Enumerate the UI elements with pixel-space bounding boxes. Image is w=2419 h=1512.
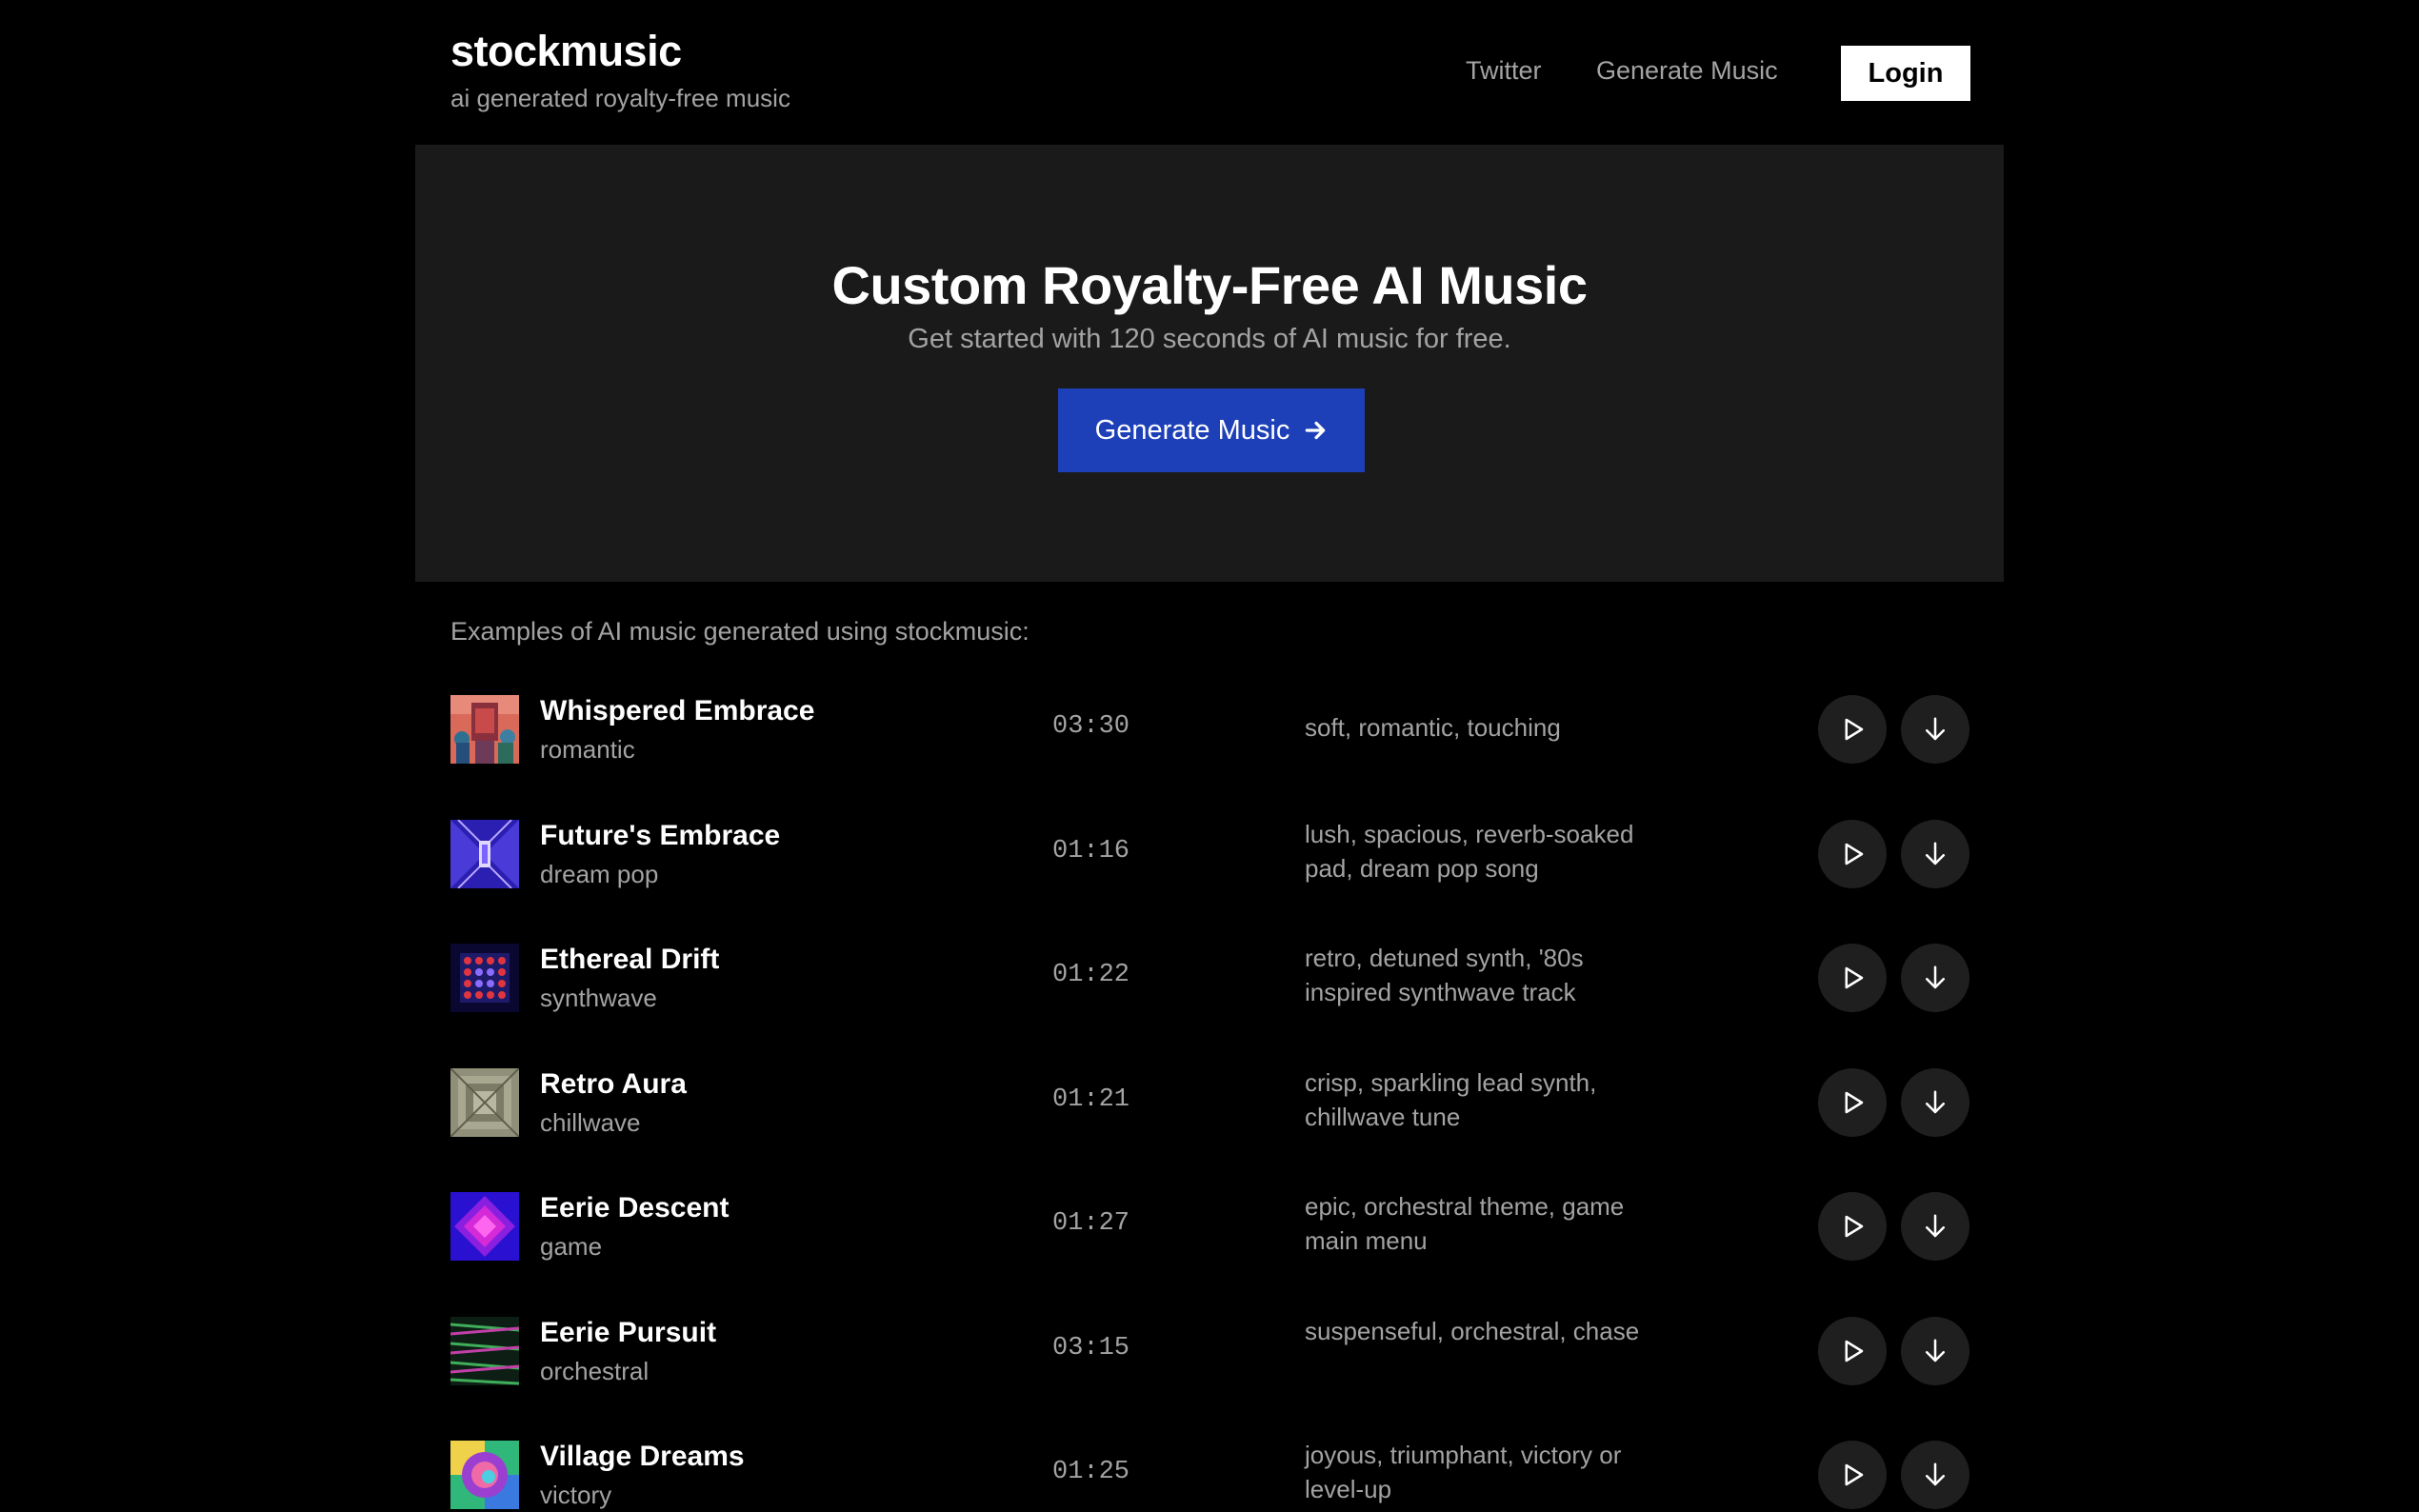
track-title[interactable]: Future's Embrace	[540, 820, 780, 852]
track-row: Village Dreams victory 01:25 joyous, tri…	[450, 1412, 1970, 1512]
track-duration: 01:16	[1052, 836, 1130, 865]
play-icon	[1845, 1463, 1864, 1486]
nav-twitter-link[interactable]: Twitter	[1466, 56, 1542, 86]
generate-music-button-label: Generate Music	[1094, 414, 1290, 446]
site-header: stockmusic ai generated royalty-free mus…	[450, 27, 1970, 122]
track-genre: chillwave	[540, 1107, 641, 1137]
track-list: Whispered Embrace romantic 03:30 soft, r…	[450, 666, 1970, 1512]
brand-logo[interactable]: stockmusic	[450, 27, 682, 76]
track-title[interactable]: Retro Aura	[540, 1068, 687, 1101]
examples-label: Examples of AI music generated using sto…	[450, 617, 1030, 646]
download-icon	[1926, 1462, 1945, 1486]
download-icon	[1926, 1214, 1945, 1238]
download-button[interactable]	[1901, 1441, 1969, 1509]
track-genre: game	[540, 1232, 603, 1261]
track-row: Retro Aura chillwave 01:21 crisp, sparkl…	[450, 1040, 1970, 1164]
download-icon	[1926, 842, 1945, 865]
play-icon	[1845, 966, 1864, 989]
generate-music-button[interactable]: Generate Music	[1058, 388, 1365, 472]
track-genre: victory	[540, 1481, 612, 1509]
download-icon	[1926, 1339, 1945, 1362]
track-row: Eerie Descent game 01:27 epic, orchestra…	[450, 1164, 1970, 1288]
track-row: Ethereal Drift synthwave 01:22 retro, de…	[450, 915, 1970, 1040]
play-icon	[1845, 1091, 1864, 1113]
track-description: lush, spacious, reverb-soaked pad, dream…	[1305, 819, 1634, 883]
play-button[interactable]	[1818, 1316, 1887, 1385]
arrow-right-icon	[1303, 418, 1328, 443]
play-button[interactable]	[1818, 1067, 1887, 1137]
play-icon	[1845, 843, 1864, 865]
play-button[interactable]	[1818, 1441, 1887, 1509]
track-description: epic, orchestral theme, game main menu	[1305, 1192, 1625, 1255]
track-duration: 01:22	[1052, 961, 1130, 989]
track-description: retro, detuned synth, '80s inspired synt…	[1305, 944, 1584, 1006]
cover-art-image	[450, 695, 519, 764]
play-button[interactable]	[1818, 1192, 1887, 1261]
nav-generate-music-link[interactable]: Generate Music	[1596, 56, 1778, 86]
download-icon	[1926, 717, 1945, 741]
download-icon	[1926, 965, 1945, 989]
cover-art-image	[450, 944, 519, 1012]
hero-subtitle: Get started with 120 seconds of AI music…	[908, 324, 1511, 354]
play-icon	[1845, 1340, 1864, 1362]
cover-art-image	[450, 1067, 519, 1137]
play-button[interactable]	[1818, 819, 1887, 888]
track-title[interactable]: Ethereal Drift	[540, 944, 719, 976]
play-button[interactable]	[1818, 695, 1887, 764]
track-row: Eerie Pursuit orchestral 03:15 suspensef…	[450, 1288, 1970, 1413]
track-title[interactable]: Village Dreams	[540, 1441, 745, 1473]
page: stockmusic ai generated royalty-free mus…	[0, 0, 2419, 1512]
play-icon	[1845, 718, 1864, 741]
track-genre: orchestral	[540, 1356, 650, 1385]
track-genre: dream pop	[540, 859, 659, 888]
track-duration: 01:21	[1052, 1084, 1130, 1114]
download-button[interactable]	[1901, 1192, 1969, 1261]
brand-tagline: ai generated royalty-free music	[450, 84, 790, 112]
cover-art-image	[450, 819, 519, 888]
play-icon	[1845, 1215, 1864, 1238]
track-description: soft, romantic, touching	[1305, 713, 1561, 742]
track-duration: 03:15	[1052, 1333, 1130, 1363]
track-genre: synthwave	[540, 984, 657, 1012]
track-row: Whispered Embrace romantic 03:30 soft, r…	[450, 666, 1970, 791]
track-title[interactable]: Whispered Embrace	[540, 695, 814, 727]
cover-art-image	[450, 1192, 519, 1261]
download-icon	[1926, 1090, 1945, 1113]
track-duration: 03:30	[1052, 712, 1130, 741]
track-description: joyous, triumphant, victory or level-up	[1305, 1441, 1622, 1503]
login-button[interactable]: Login	[1841, 46, 1970, 101]
track-row: Future's Embrace dream pop 01:16 lush, s…	[450, 791, 1970, 916]
hero-title: Custom Royalty-Free AI Music	[831, 255, 1588, 315]
track-title[interactable]: Eerie Descent	[540, 1192, 729, 1224]
track-description: suspenseful, orchestral, chase	[1305, 1316, 1640, 1345]
track-title[interactable]: Eerie Pursuit	[540, 1317, 716, 1349]
hero-section: Custom Royalty-Free AI Music Get started…	[415, 145, 2004, 582]
download-button[interactable]	[1901, 819, 1969, 888]
track-description: crisp, sparkling lead synth, chillwave t…	[1305, 1067, 1597, 1131]
download-button[interactable]	[1901, 1316, 1969, 1385]
download-button[interactable]	[1901, 944, 1969, 1012]
track-duration: 01:27	[1052, 1209, 1130, 1238]
play-button[interactable]	[1818, 944, 1887, 1012]
track-genre: romantic	[540, 735, 635, 764]
download-button[interactable]	[1901, 695, 1969, 764]
track-duration: 01:25	[1052, 1458, 1130, 1486]
cover-art-image	[450, 1316, 519, 1385]
download-button[interactable]	[1901, 1067, 1969, 1137]
cover-art-image	[450, 1441, 519, 1509]
